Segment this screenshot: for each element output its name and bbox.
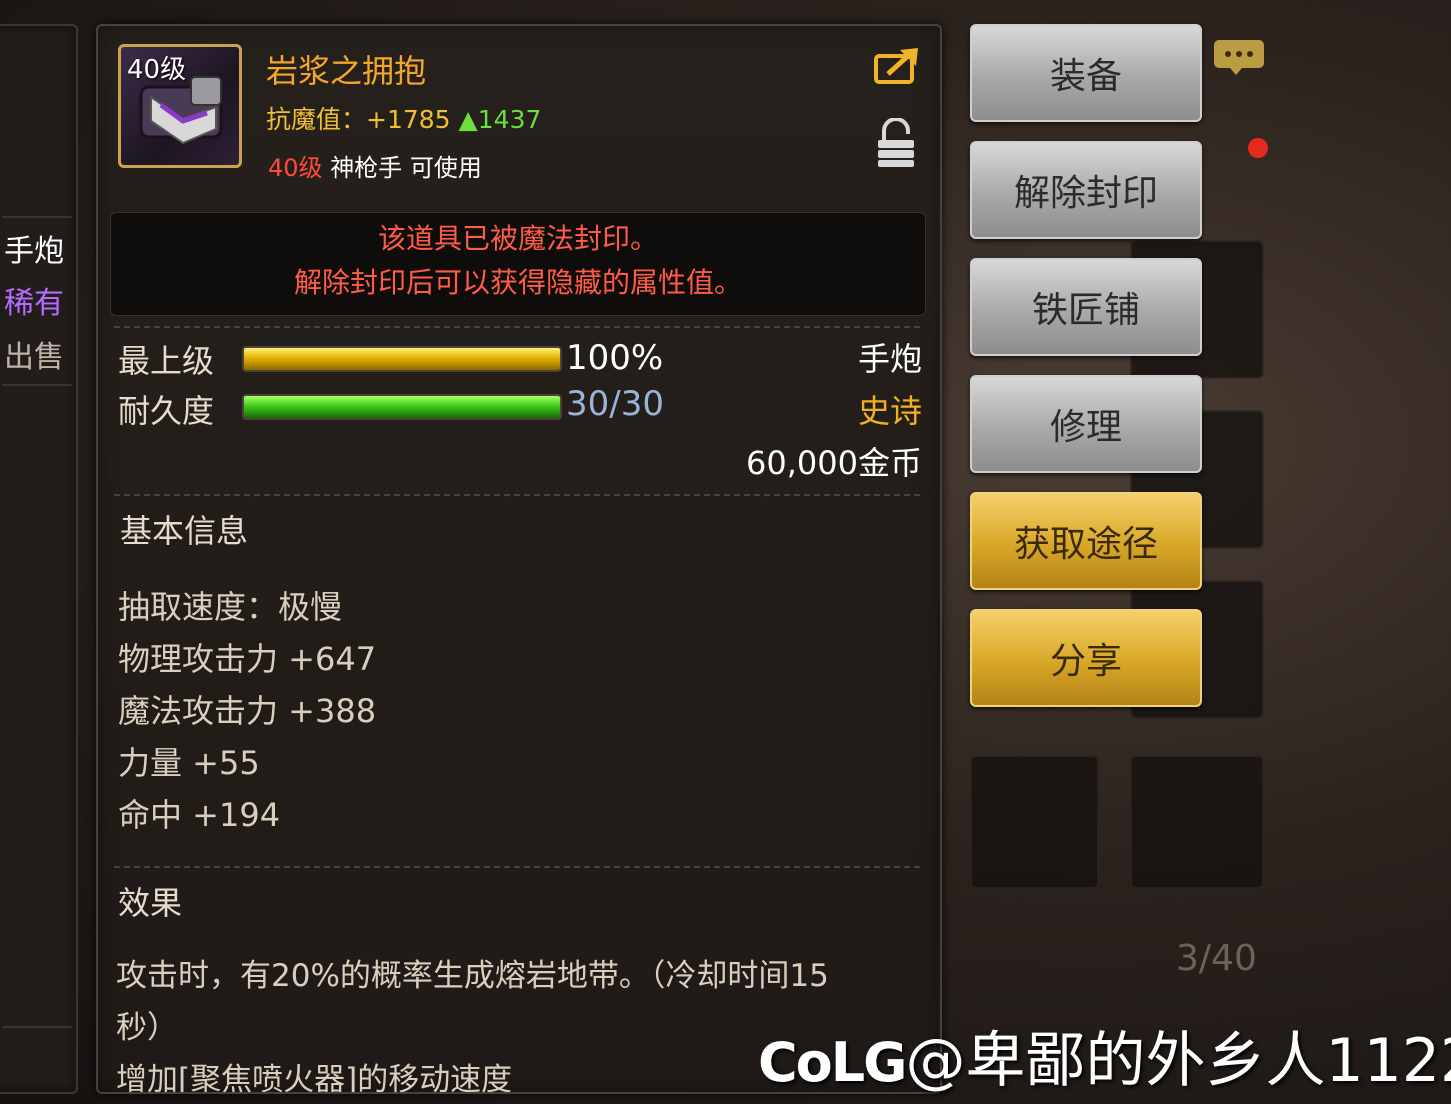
required-class: 神枪手 可使用 xyxy=(330,154,482,182)
inventory-slot xyxy=(1130,755,1264,889)
durability-label: 耐久度 xyxy=(118,392,215,430)
attribute-row: 抽取速度：极慢 xyxy=(118,588,343,626)
item-rarity: 史诗 xyxy=(857,392,922,430)
equip-button[interactable]: 装备 xyxy=(970,24,1202,122)
lock-icon[interactable] xyxy=(876,118,916,168)
item-level-badge: 40级 xyxy=(127,55,187,85)
unseal-button[interactable]: 解除封印 xyxy=(970,141,1202,239)
item-price: 60,000金币 xyxy=(746,444,922,482)
left-item-panel: 手炮 稀有 出售 xyxy=(0,24,78,1094)
stat-label: 抗魔值： xyxy=(266,105,367,134)
required-level: 40级 xyxy=(268,154,323,182)
divider xyxy=(114,866,922,868)
effect-line-1: 攻击时，有20%的概率生成熔岩地带。（冷却时间15 xyxy=(116,958,829,994)
attribute-row: 力量 +55 xyxy=(118,744,260,782)
watermark: CoLG@卑鄙的外乡人1122 xyxy=(758,1012,1451,1099)
grade-label: 最上级 xyxy=(118,342,215,380)
obtain-source-button[interactable]: 获取途径 xyxy=(970,492,1202,590)
left-item-rarity: 稀有 xyxy=(4,286,64,321)
share-button[interactable]: 分享 xyxy=(970,609,1202,707)
watermark-logo: CoLG xyxy=(758,1031,907,1094)
grade-bar-fill xyxy=(244,348,560,370)
divider xyxy=(114,494,922,496)
stat-value: +1785 xyxy=(366,105,451,134)
inventory-count: 3/40 xyxy=(1176,938,1257,979)
watermark-text: @卑鄙的外乡人1122 xyxy=(905,1026,1451,1096)
left-item-sell: 出售 xyxy=(4,340,64,375)
attribute-row: 魔法攻击力 +388 xyxy=(118,692,377,730)
blacksmith-button[interactable]: 铁匠铺 xyxy=(970,258,1202,356)
sealed-line-1: 该道具已被魔法封印。 xyxy=(377,222,658,255)
durability-bar-fill xyxy=(244,396,560,418)
attribute-row: 物理攻击力 +647 xyxy=(118,640,377,678)
divider xyxy=(2,216,72,218)
item-tooltip-panel: 40级 岩浆之拥抱 抗魔值：+1785 ▲1437 40级 神枪手 可使用 该道… xyxy=(96,24,942,1094)
effect-title: 效果 xyxy=(118,884,183,922)
divider xyxy=(2,384,72,386)
divider xyxy=(2,1026,72,1028)
grade-bar xyxy=(242,346,562,372)
item-icon: 40级 xyxy=(118,44,242,168)
item-name: 岩浆之拥抱 xyxy=(266,52,427,90)
attribute-row: 命中 +194 xyxy=(118,796,281,834)
notification-dot xyxy=(1248,138,1268,158)
grade-value: 100% xyxy=(566,338,664,378)
stat-diff: ▲1437 xyxy=(458,105,542,134)
sealed-line-2: 解除封印后可以获得隐藏的属性值。 xyxy=(293,266,742,299)
repair-button[interactable]: 修理 xyxy=(970,375,1202,473)
item-type: 手炮 xyxy=(857,340,922,378)
durability-value: 30/30 xyxy=(566,384,664,424)
share-icon[interactable] xyxy=(874,46,920,84)
item-requirement: 40级 神枪手 可使用 xyxy=(268,148,482,183)
sealed-notice: 该道具已被魔法封印。 解除封印后可以获得隐藏的属性值。 xyxy=(110,212,926,316)
chat-icon[interactable] xyxy=(1212,38,1266,76)
durability-bar xyxy=(242,394,562,420)
basic-info-title: 基本信息 xyxy=(120,512,249,550)
item-stat: 抗魔值：+1785 ▲1437 xyxy=(266,100,541,136)
divider xyxy=(114,326,922,328)
inventory-slot xyxy=(970,755,1099,889)
left-item-type: 手炮 xyxy=(4,234,64,269)
